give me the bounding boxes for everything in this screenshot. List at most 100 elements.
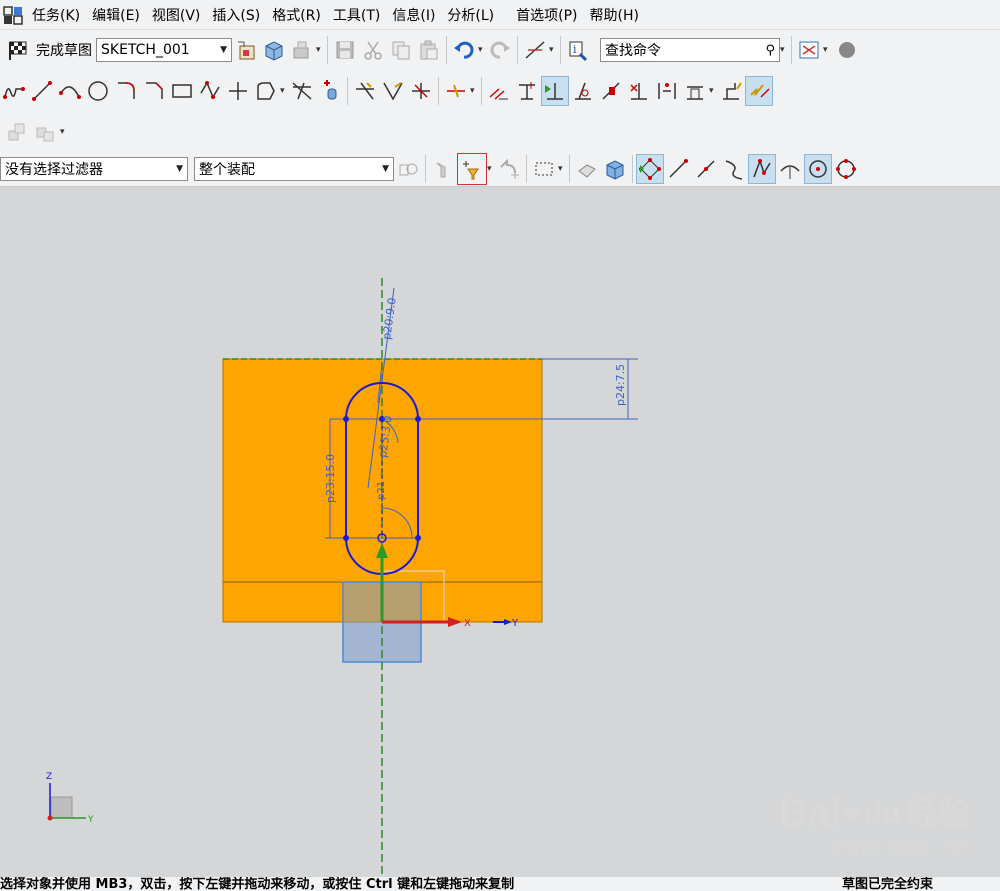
selection-filter-value: 没有选择过滤器 <box>5 162 103 178</box>
point-icon[interactable] <box>224 76 252 106</box>
rectangle-select-icon[interactable] <box>530 154 558 184</box>
snap-end-point-icon[interactable] <box>664 154 692 184</box>
show-constraints-icon[interactable] <box>541 76 569 106</box>
chevron-down-icon[interactable]: ▾ <box>470 86 478 96</box>
dim-label-p24[interactable]: p24:7.5 <box>614 364 627 406</box>
add-component-icon[interactable] <box>32 117 60 147</box>
sketch-point[interactable] <box>343 416 349 422</box>
menu-format[interactable]: 格式(R) <box>266 5 327 25</box>
sketch-name-dropdown[interactable]: SKETCH_001 ▼ <box>96 38 232 62</box>
offset-curve-icon[interactable] <box>252 76 280 106</box>
paste-icon[interactable] <box>415 35 443 65</box>
constraint-icon[interactable] <box>351 76 379 106</box>
line-icon[interactable] <box>28 76 56 106</box>
search-icon[interactable]: ⚲ <box>765 43 775 58</box>
snap-point-filter-icon[interactable] <box>457 153 487 185</box>
menu-info[interactable]: 信息(I) <box>386 5 441 25</box>
chevron-down-icon[interactable]: ▾ <box>487 164 495 174</box>
find-command-input[interactable]: 查找命令 ⚲ <box>600 38 780 62</box>
fillet-icon[interactable] <box>112 76 140 106</box>
shaded-view-icon[interactable] <box>831 35 859 65</box>
fit-view-icon[interactable] <box>795 35 823 65</box>
dimension-icon[interactable] <box>442 76 470 106</box>
copy-icon[interactable] <box>387 35 415 65</box>
assembly-scope-dropdown[interactable]: 整个装配 ▼ <box>194 157 394 181</box>
relations-icon[interactable] <box>407 76 435 106</box>
menu-edit[interactable]: 编辑(E) <box>86 5 146 25</box>
menu-tools[interactable]: 工具(T) <box>327 5 386 25</box>
vertical-dim-icon[interactable] <box>681 76 709 106</box>
chevron-down-icon[interactable]: ▾ <box>60 127 68 137</box>
remove-constraint-icon[interactable] <box>625 76 653 106</box>
select-faces-icon[interactable] <box>573 154 601 184</box>
sketch-point[interactable] <box>343 535 349 541</box>
select-body-icon[interactable] <box>601 154 629 184</box>
chevron-down-icon[interactable]: ▾ <box>709 86 717 96</box>
snap-intersection-icon[interactable] <box>748 154 776 184</box>
view-triad-cube[interactable] <box>50 796 73 819</box>
dim-label-p20[interactable]: p20:9.0 <box>380 297 399 341</box>
snap-arc-center-icon[interactable] <box>776 154 804 184</box>
profile-icon[interactable] <box>0 76 28 106</box>
animate-dimension-icon[interactable] <box>745 76 773 106</box>
orient-view-icon[interactable] <box>232 35 260 65</box>
update-model-icon[interactable] <box>288 35 316 65</box>
coincident-icon[interactable] <box>569 76 597 106</box>
snap-midpoint-icon[interactable] <box>692 154 720 184</box>
parallel-icon[interactable] <box>485 76 513 106</box>
chevron-down-icon[interactable]: ▾ <box>549 45 557 55</box>
chamfer-icon[interactable] <box>140 76 168 106</box>
circle-icon[interactable] <box>84 76 112 106</box>
menu-help[interactable]: 帮助(H) <box>584 5 645 25</box>
chevron-down-icon[interactable]: ▾ <box>823 45 831 55</box>
polygon-icon[interactable] <box>196 76 224 106</box>
make-corner-icon[interactable] <box>316 76 344 106</box>
reattach-icon[interactable] <box>260 35 288 65</box>
selection-filter-dropdown[interactable]: 没有选择过滤器 ▼ <box>0 157 188 181</box>
chevron-down-icon[interactable]: ▾ <box>280 86 288 96</box>
checkered-flag-icon[interactable] <box>4 35 32 65</box>
finish-sketch-button[interactable]: 完成草图 <box>36 40 92 60</box>
snap-line-icon[interactable] <box>521 35 549 65</box>
sketch-point[interactable] <box>415 535 421 541</box>
dim-label-p23[interactable]: p23:15.0 <box>324 454 337 503</box>
chevron-down-icon[interactable]: ▾ <box>478 45 486 55</box>
snap-endpoint-icon[interactable] <box>636 154 664 184</box>
fixed-icon[interactable] <box>597 76 625 106</box>
menu-preferences[interactable]: 首选项(P) <box>510 5 583 25</box>
snap-control-point-icon[interactable] <box>720 154 748 184</box>
auto-constraint-icon[interactable] <box>379 76 407 106</box>
information-icon[interactable]: i <box>564 35 592 65</box>
x-axis-label: X <box>464 618 471 629</box>
snap-arrow-icon[interactable] <box>495 154 523 184</box>
select-component-icon[interactable] <box>394 154 422 184</box>
watermark-cn: 经验 <box>905 794 970 832</box>
arc-icon[interactable] <box>56 76 84 106</box>
sketch-viewport[interactable]: X Y p20:9.0 p24:7.5 p23:15.0 p25:3.0 p21… <box>0 188 1000 877</box>
chevron-down-icon[interactable]: ▾ <box>780 45 788 55</box>
snap-center-icon[interactable] <box>804 154 832 184</box>
cut-icon[interactable] <box>359 35 387 65</box>
toolbar-separator <box>347 77 348 105</box>
chevron-down-icon[interactable]: ▾ <box>558 164 566 174</box>
chevron-down-icon[interactable]: ▾ <box>316 45 324 55</box>
undo-icon[interactable] <box>450 35 478 65</box>
redo-icon[interactable] <box>486 35 514 65</box>
alternate-solution-icon[interactable] <box>717 76 745 106</box>
menu-analysis[interactable]: 分析(L) <box>441 5 500 25</box>
menu-task[interactable]: 任务(K) <box>26 5 86 25</box>
horizontal-dim-icon[interactable] <box>653 76 681 106</box>
assembly-components-icon[interactable] <box>4 117 32 147</box>
sketch-point[interactable] <box>415 416 421 422</box>
rectangle-icon[interactable] <box>168 76 196 106</box>
menu-view[interactable]: 视图(V) <box>146 5 207 25</box>
snap-quadrant-icon[interactable] <box>832 154 860 184</box>
dim-label-p21[interactable]: p21 <box>376 481 387 500</box>
quick-trim-icon[interactable] <box>288 76 316 106</box>
app-icon[interactable] <box>0 0 26 30</box>
graphics-window[interactable]: X Y p20:9.0 p24:7.5 p23:15.0 p25:3.0 p21… <box>0 188 1000 877</box>
save-icon[interactable] <box>331 35 359 65</box>
perpendicular-icon[interactable] <box>513 76 541 106</box>
filter-icon[interactable] <box>429 154 457 184</box>
menu-insert[interactable]: 插入(S) <box>206 5 266 25</box>
